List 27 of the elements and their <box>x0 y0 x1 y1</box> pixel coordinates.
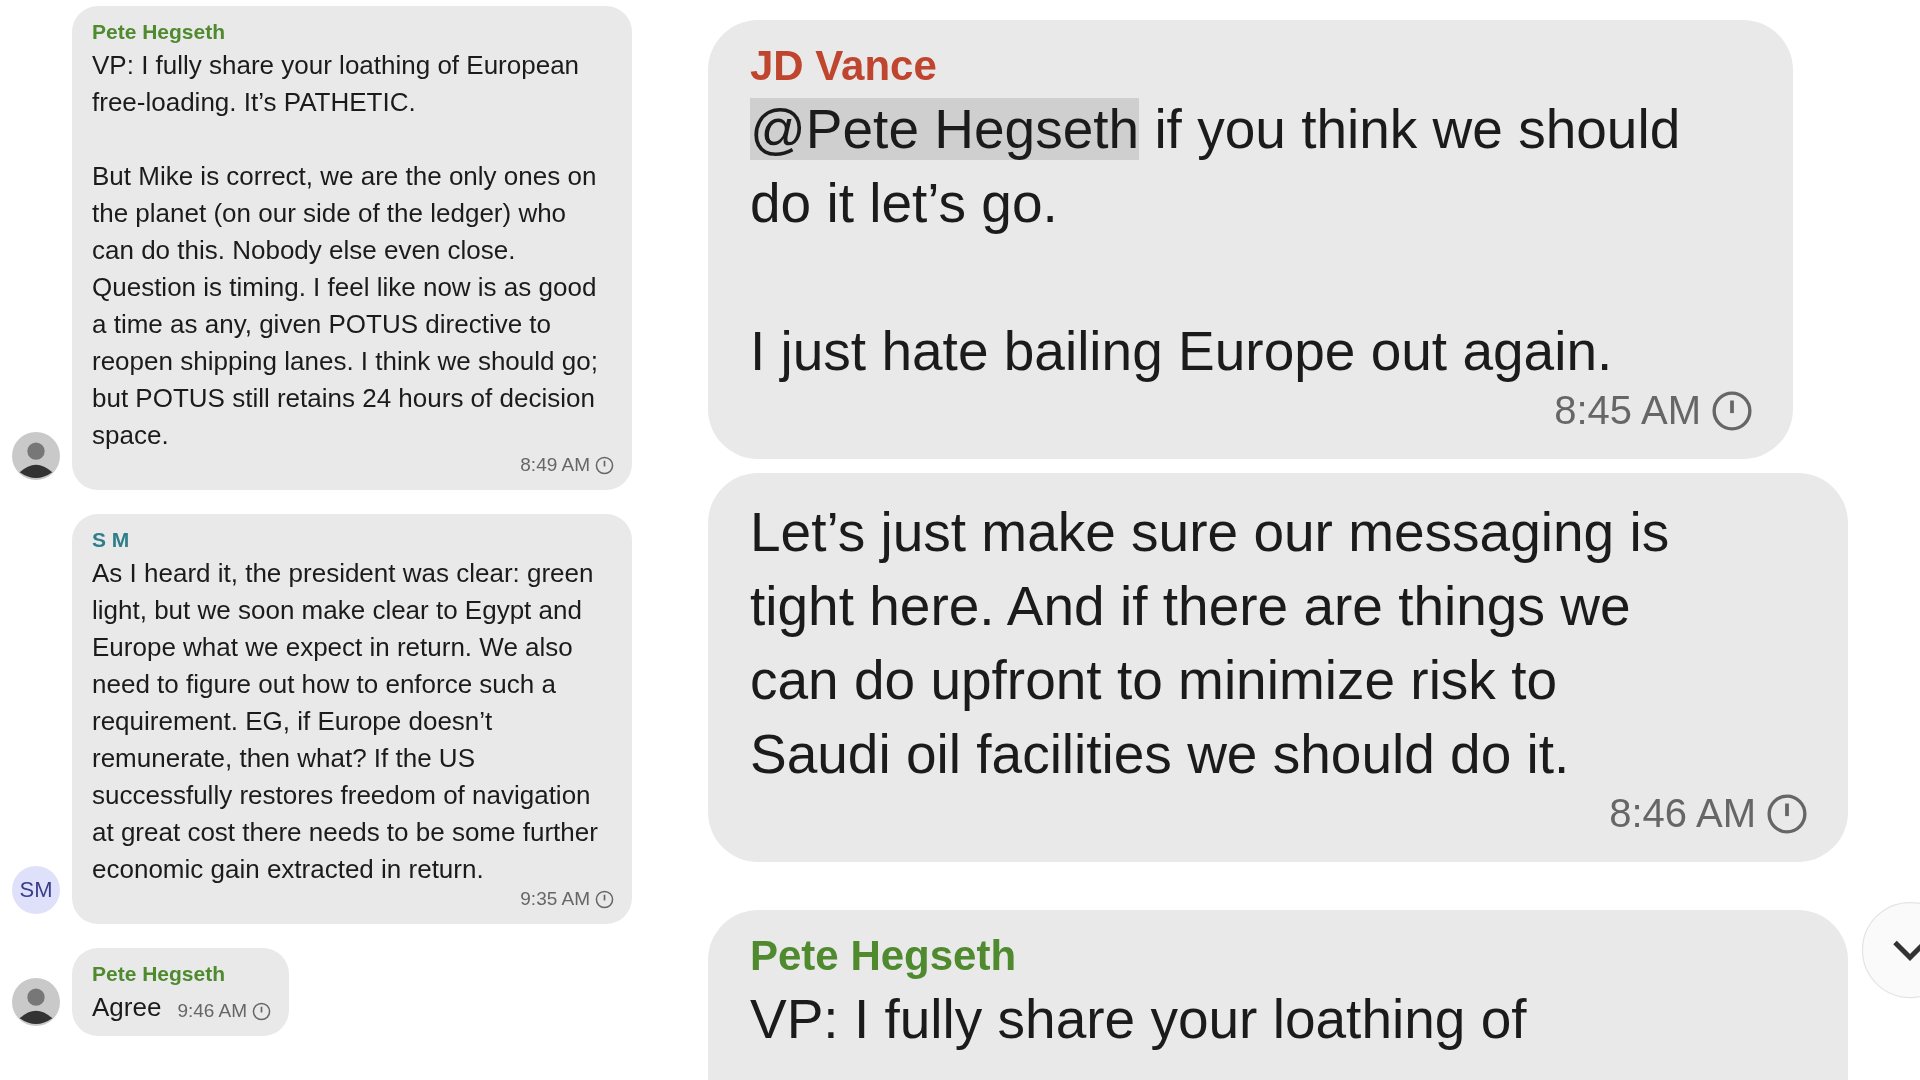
message-time: 8:46 AM <box>1609 791 1756 836</box>
clock-icon <box>1766 792 1808 835</box>
avatar-icon[interactable] <box>12 432 60 480</box>
clock-icon <box>252 1001 272 1021</box>
message-text: Agree <box>92 991 162 1024</box>
sender-name: S M <box>92 528 131 552</box>
sender-name: Pete Hegseth <box>92 20 227 44</box>
message-text: Let’s just make sure our messaging is tight here. And if there are things we can do upfront to minimize risk to Saudi oil facilities we should do it. <box>750 500 1671 787</box>
avatar-initials[interactable]: SM <box>12 866 60 914</box>
sender-name: Pete Hegseth <box>92 962 227 986</box>
message-time: 8:45 AM <box>1554 388 1701 433</box>
avatar-icon[interactable] <box>12 978 60 1026</box>
message-text: But Mike is correct, we are the only ones on the planet (on our side of the ledger) who can do this. Nobody else even close. Question is timing. I feel like now is as good a time as any, given POTUS directive to reopen shipping lanes. I think we should go; but POTUS still retains 24 hours of decision space. <box>92 160 599 452</box>
message-text: VP: I fully share your loathing of <box>750 987 1527 1052</box>
message-time: 9:35 AM <box>520 888 590 910</box>
message-text: As I heard it, the president was clear: green light, but we soon make clear to Egypt and Europe what we expect in return. We also need to figure out how to enforce such a requirement. EG, if Europe doesn’t remunerate, then what? If the US successfully restores freedom of navigation at great cost there needs to be some further economic gain extracted in return. <box>92 557 599 886</box>
message-time: 9:46 AM <box>177 1000 248 1022</box>
clock-icon <box>595 889 614 909</box>
clock-icon <box>595 455 614 475</box>
sender-name: Pete Hegseth <box>750 932 1018 980</box>
message-text: I just hate bailing Europe out again. <box>750 319 1613 384</box>
sender-name: JD Vance <box>750 42 938 90</box>
message-time: 8:49 AM <box>520 454 590 476</box>
clock-icon <box>1711 389 1753 432</box>
message-text: VP: I fully share your loathing of European free-loading. It’s PATHETIC. <box>92 49 581 119</box>
message-text: @Pete Hegseth if you think we should do it let’s go. <box>750 97 1682 236</box>
mention-link[interactable]: @Pete Hegseth <box>750 98 1140 160</box>
